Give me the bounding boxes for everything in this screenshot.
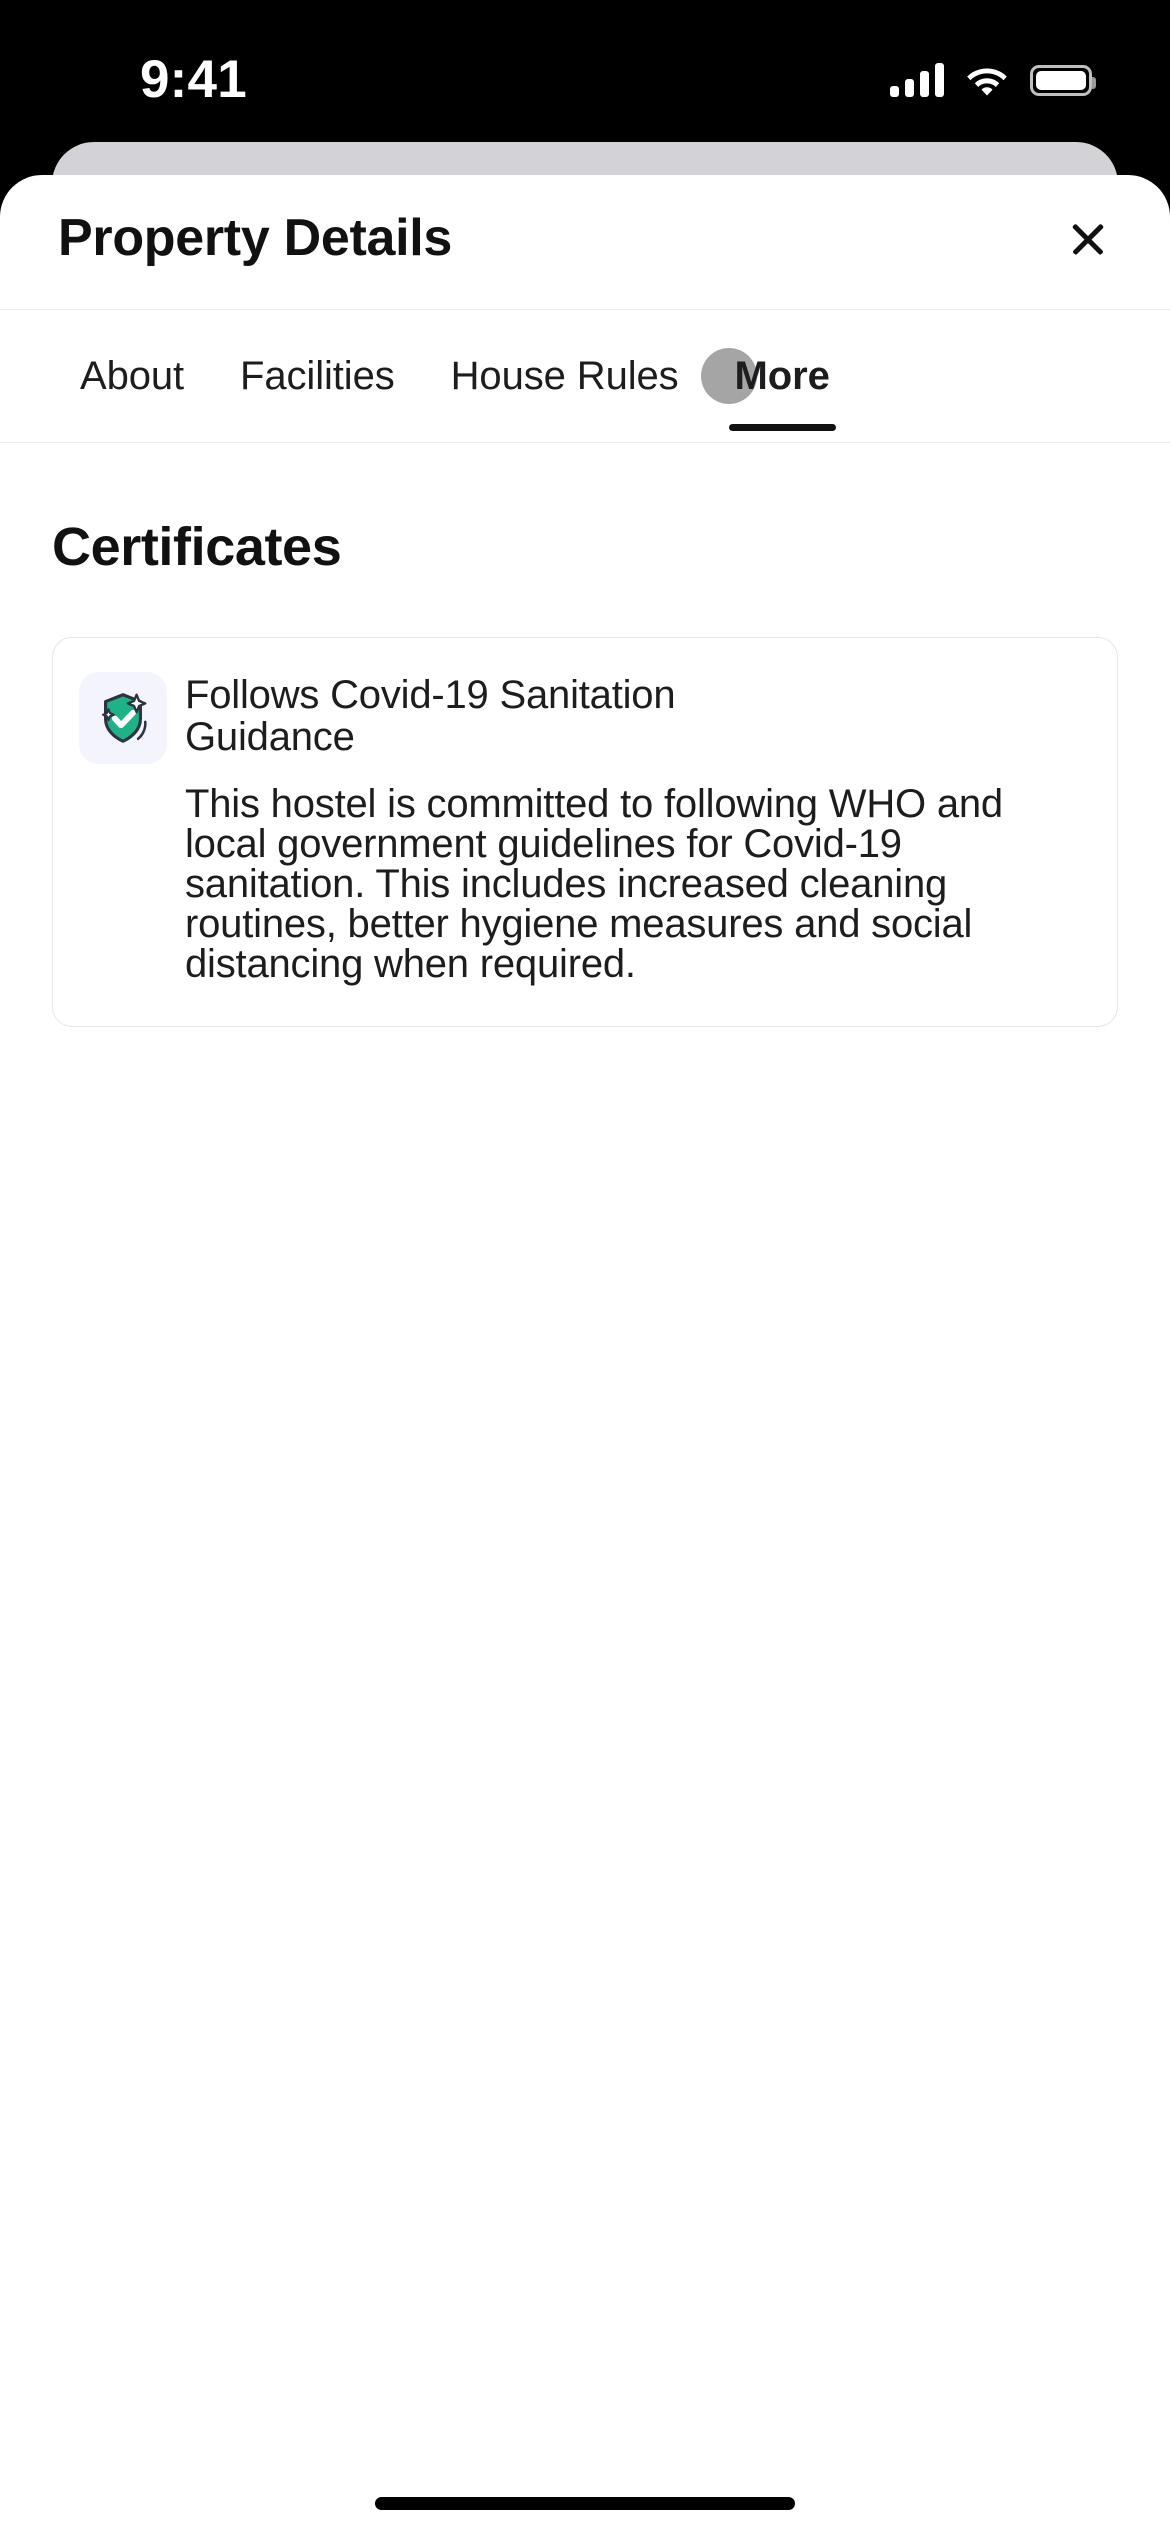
- tab-about[interactable]: About: [52, 310, 212, 443]
- section-title-certificates: Certificates: [52, 517, 342, 577]
- certificate-text: Follows Covid-19 Sanitation Guidance Thi…: [185, 672, 1087, 984]
- close-button[interactable]: [1046, 197, 1130, 281]
- tab-active-underline: [728, 423, 836, 431]
- property-details-sheet: Property Details About Facilities House …: [0, 175, 1170, 2532]
- certificate-card[interactable]: Follows Covid-19 Sanitation Guidance Thi…: [52, 637, 1118, 1027]
- wifi-icon: [966, 64, 1008, 96]
- tab-bar: About Facilities House Rules More: [0, 310, 1170, 443]
- tab-more[interactable]: More: [700, 310, 858, 443]
- page-title: Property Details: [58, 209, 453, 267]
- tab-house-rules[interactable]: House Rules: [423, 310, 707, 443]
- sheet-header: Property Details: [0, 175, 1170, 310]
- battery-full-icon: [1030, 64, 1096, 96]
- tab-facilities[interactable]: Facilities: [212, 310, 423, 443]
- cellular-signal-icon: [890, 63, 944, 97]
- close-x-icon: [1068, 219, 1108, 259]
- phone-screen: 9:41 Property Details About Facilities H…: [0, 0, 1170, 2532]
- status-bar-icons: [890, 52, 1096, 108]
- tab-content-more: Certificates Follows Covid-19 Sanitation…: [0, 515, 1170, 1027]
- tab-house-rules-label: House Rules: [450, 354, 679, 398]
- certificate-title: Follows Covid-19 Sanitation Guidance: [185, 673, 676, 759]
- status-bar: 9:41: [0, 0, 1170, 142]
- shield-check-sparkle-icon: [79, 672, 167, 764]
- tab-about-label: About: [80, 354, 185, 398]
- status-bar-time: 9:41: [140, 50, 247, 109]
- certificate-description: This hostel is committed to following WH…: [185, 782, 1003, 986]
- tab-more-label: More: [734, 354, 830, 398]
- home-indicator[interactable]: [375, 2497, 795, 2510]
- tab-facilities-label: Facilities: [240, 354, 395, 398]
